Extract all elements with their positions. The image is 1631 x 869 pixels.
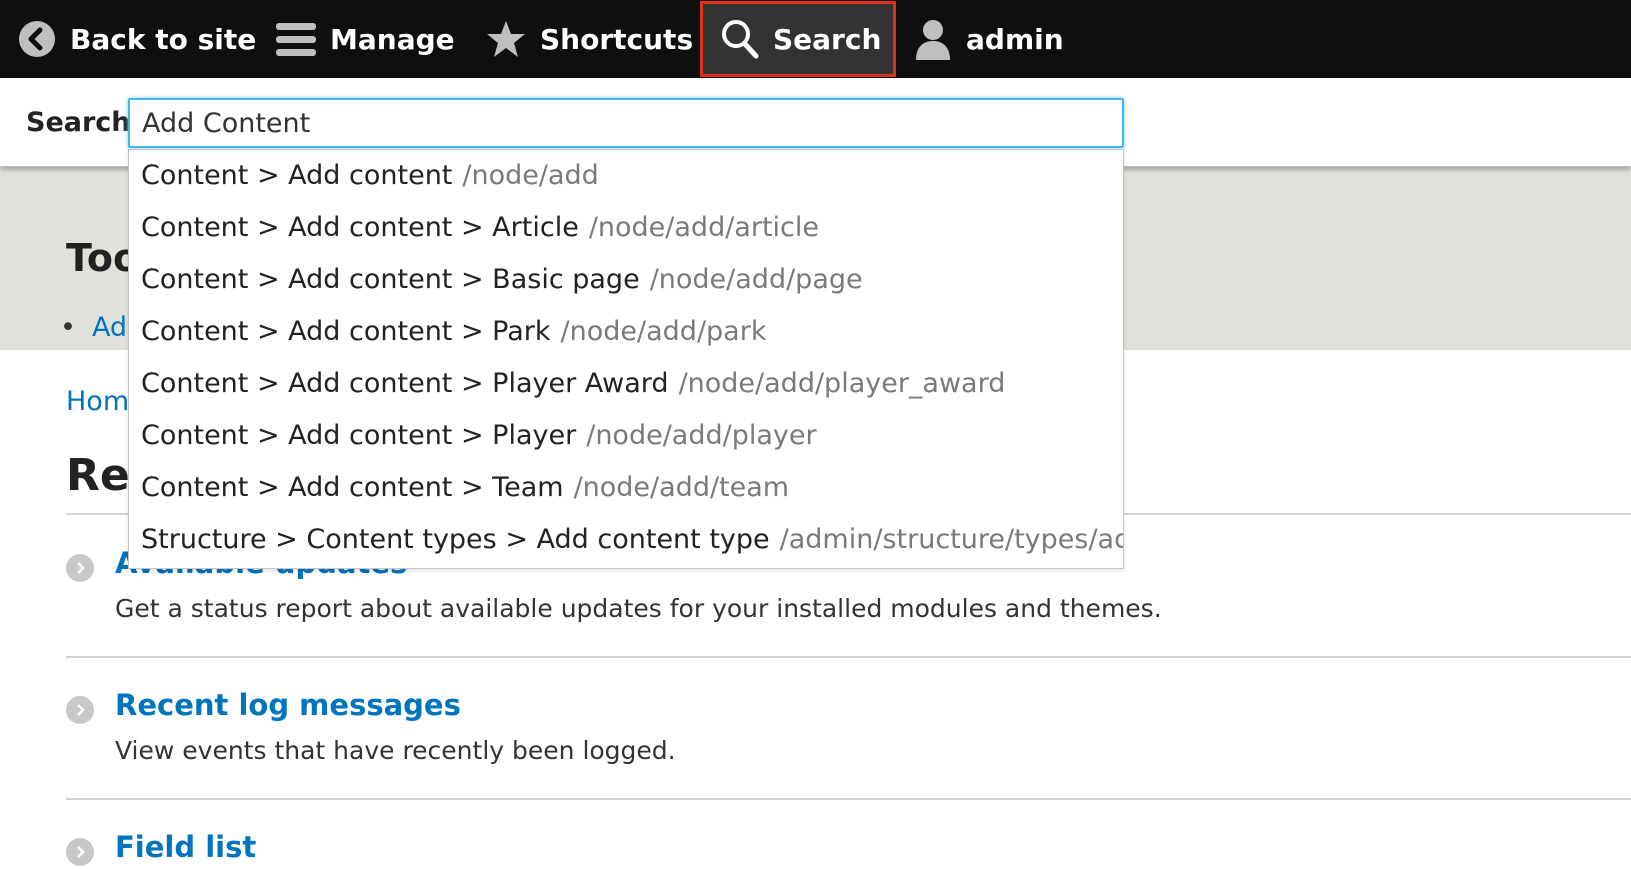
autocomplete-item-path: /admin/structure/types/add [779, 524, 1123, 555]
autocomplete-item[interactable]: Content > Add content > Article/node/add… [129, 202, 1123, 254]
autocomplete-item-label: Content > Add content > Park [141, 316, 551, 347]
back-to-site-button[interactable]: Back to site [18, 0, 256, 78]
autocomplete-item-path: /node/add/article [588, 212, 819, 243]
divider [66, 656, 1631, 658]
manage-label: Manage [330, 22, 455, 56]
divider [66, 798, 1631, 800]
menu-icon [276, 21, 316, 57]
chevron-right-icon [66, 696, 94, 724]
search-tab[interactable]: Search [700, 1, 896, 77]
page-title: Re [66, 450, 130, 501]
user-label: admin [966, 22, 1064, 56]
search-field-label: Search [26, 107, 131, 138]
chevron-right-icon [66, 554, 94, 582]
autocomplete-item-path: /node/add/team [573, 472, 790, 503]
shortcuts-label: Shortcuts [540, 22, 694, 56]
breadcrumb[interactable]: Hom [66, 386, 129, 417]
star-icon [486, 20, 526, 58]
autocomplete-item-label: Content > Add content > Player Award [141, 368, 669, 399]
search-tab-label: Search [773, 22, 882, 56]
user-icon [914, 18, 952, 60]
autocomplete-item[interactable]: Content > Add content > Team/node/add/te… [129, 462, 1123, 514]
autocomplete-item-label: Content > Add content [141, 160, 453, 191]
autocomplete-item-label: Content > Add content > Player [141, 420, 577, 451]
report-link[interactable]: Field list [115, 830, 256, 864]
autocomplete-item[interactable]: Content > Add content > Park/node/add/pa… [129, 306, 1123, 358]
report-description: View events that have recently been logg… [115, 736, 676, 765]
autocomplete-item-label: Structure > Content types > Add content … [141, 524, 770, 555]
autocomplete-item[interactable]: Content > Add content > Player/node/add/… [129, 410, 1123, 462]
bullet: • [60, 312, 76, 343]
report-link[interactable]: Recent log messages [115, 688, 461, 722]
report-description: Get a status report about available upda… [115, 594, 1162, 623]
user-tab[interactable]: admin [914, 0, 1064, 78]
autocomplete-item-path: /node/add/park [560, 316, 767, 347]
autocomplete-item[interactable]: Content > Add content > Basic page/node/… [129, 254, 1123, 306]
back-to-site-label: Back to site [70, 22, 257, 56]
autocomplete-item[interactable]: Content > Add content/node/add [129, 150, 1123, 202]
shortcuts-tab[interactable]: Shortcuts [486, 0, 693, 78]
search-icon [721, 19, 759, 59]
admin-toolbar: Back to site Manage Shortcuts Search adm… [0, 0, 1631, 78]
autocomplete-item-label: Content > Add content > Team [141, 472, 564, 503]
autocomplete-item-label: Content > Add content > Basic page [141, 264, 640, 295]
autocomplete-dropdown: Content > Add content/node/add Content >… [128, 149, 1124, 569]
page-header-link[interactable]: • Ad [60, 312, 127, 343]
chevron-right-icon [66, 838, 94, 866]
autocomplete-item-path: /node/add/player [586, 420, 817, 451]
autocomplete-item-path: /node/add/player_award [678, 368, 1006, 399]
back-arrow-icon [18, 20, 56, 58]
autocomplete-item-path: /node/add/page [649, 264, 863, 295]
autocomplete-item[interactable]: Content > Add content > Player Award/nod… [129, 358, 1123, 410]
manage-tab[interactable]: Manage [276, 0, 455, 78]
autocomplete-item-label: Content > Add content > Article [141, 212, 579, 243]
page-header-link-label: Ad [91, 312, 128, 343]
autocomplete-item[interactable]: Structure > Content types > Add content … [129, 514, 1123, 566]
search-input[interactable] [128, 98, 1124, 148]
autocomplete-item-path: /node/add [462, 160, 599, 191]
